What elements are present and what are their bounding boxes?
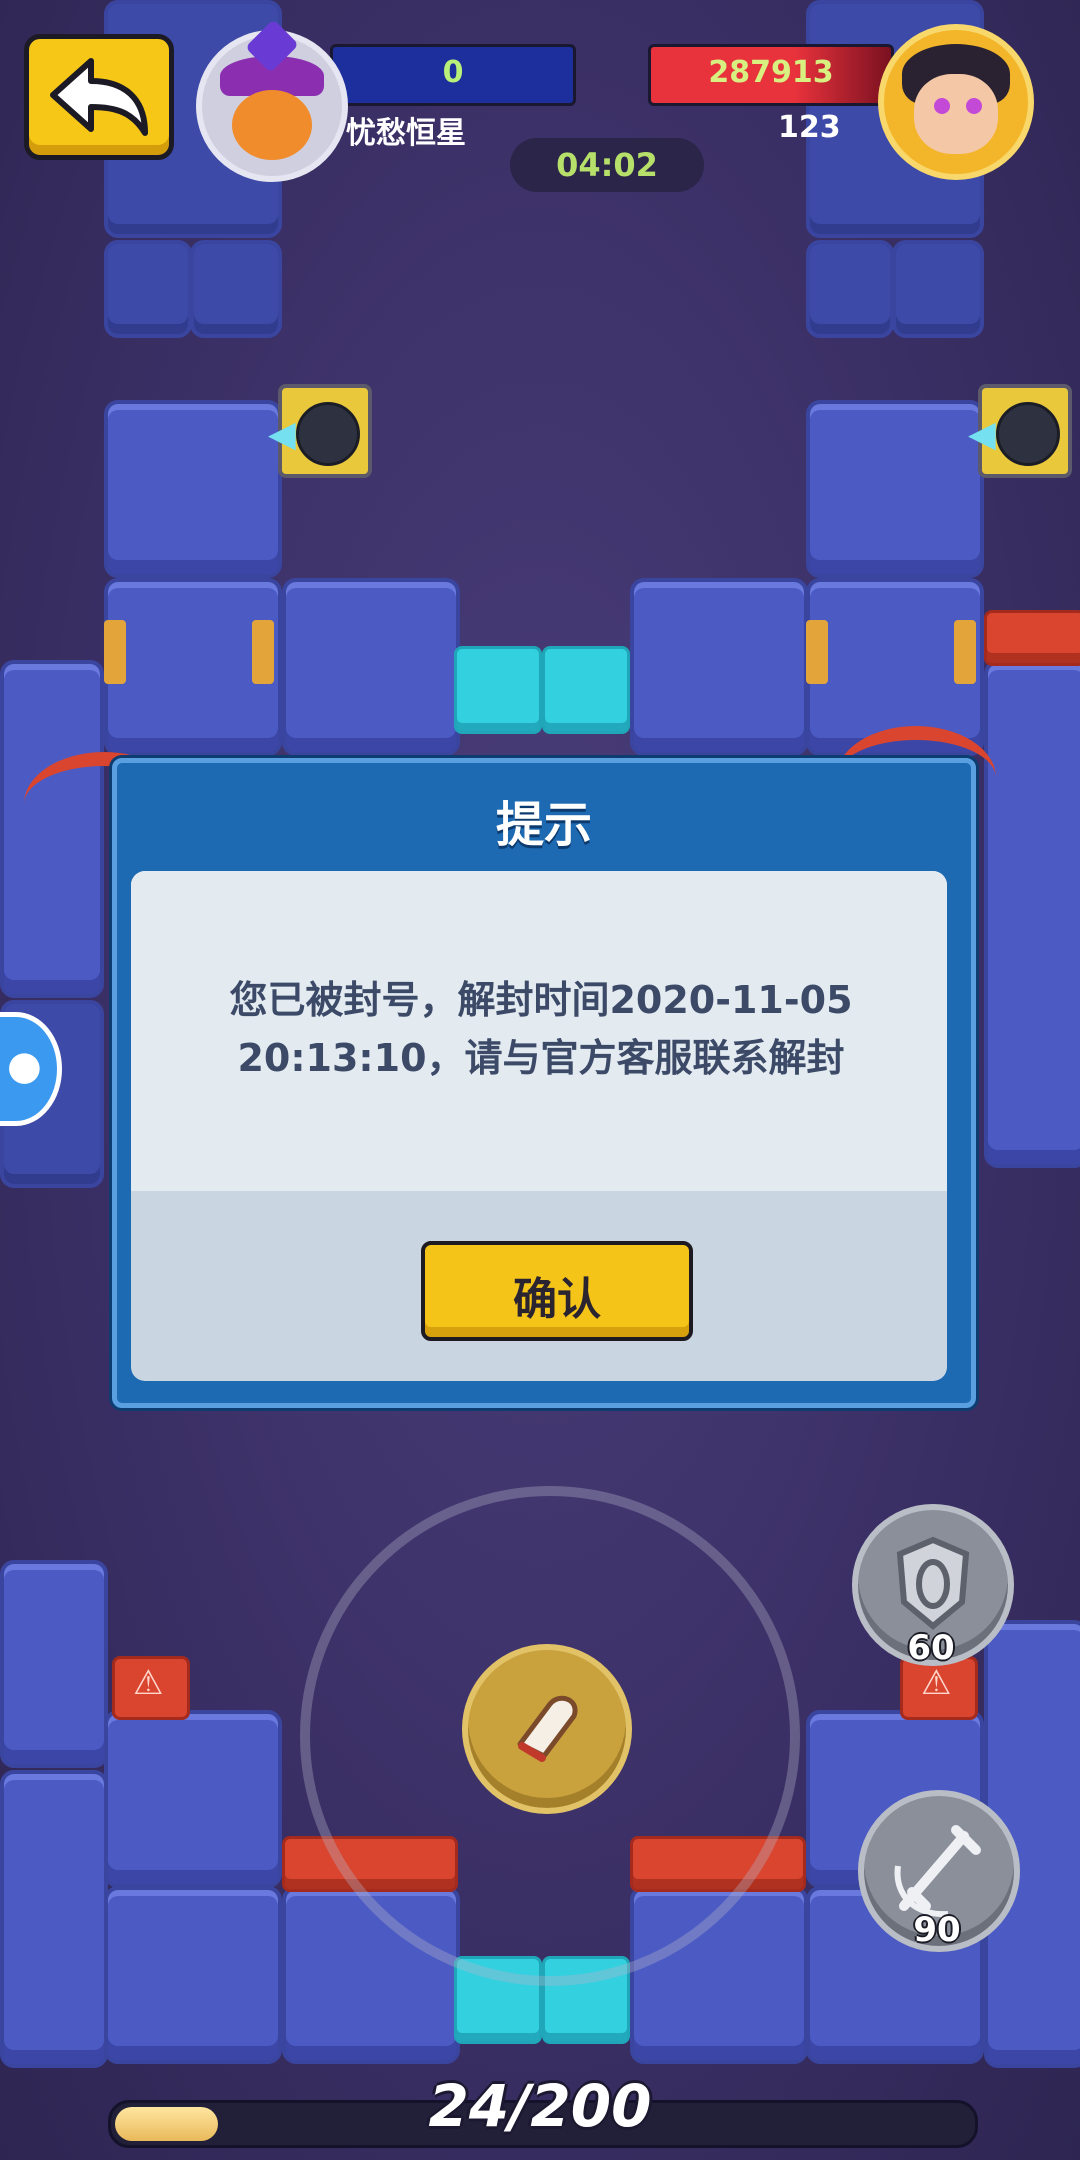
confirm-button-label: 确认 [513, 1274, 601, 1325]
dialog-body: 您已被封号，解封时间2020-11-05 20:13:10，请与官方客服联系解封… [131, 871, 947, 1381]
dialog-message: 您已被封号，解封时间2020-11-05 20:13:10，请与官方客服联系解封 [229, 978, 853, 1080]
ban-notice-dialog: 提示 您已被封号，解封时间2020-11-05 20:13:10，请与官方客服联… [112, 758, 976, 1408]
confirm-button[interactable]: 确认 [421, 1241, 693, 1341]
dialog-message-area: 您已被封号，解封时间2020-11-05 20:13:10，请与官方客服联系解封 [131, 871, 947, 1191]
dialog-title: 提示 [495, 797, 592, 853]
